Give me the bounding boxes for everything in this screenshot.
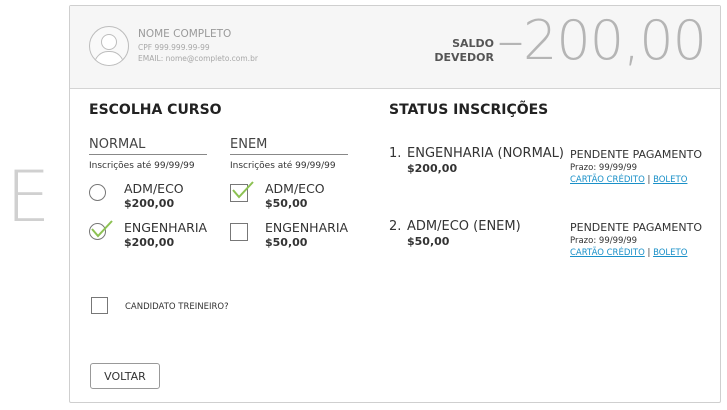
balance-label-line1: SALDO — [452, 37, 494, 50]
status-item: 2. ADM/ECO (ENEM) $50,00 PENDENTE PAGAME… — [389, 219, 709, 279]
option-normal-adm-eco[interactable]: ADM/ECO $200,00 — [89, 181, 229, 213]
credit-card-link[interactable]: CARTÃO CRÉDITO — [570, 248, 645, 258]
avatar-icon — [89, 26, 129, 66]
status-item: 1. ENGENHARIA (NORMAL) $200,00 PENDENTE … — [389, 146, 709, 206]
balance-label: SALDO DEVEDOR — [400, 37, 494, 65]
option-enem-engenharia[interactable]: ENGENHARIA $50,00 — [230, 220, 370, 252]
choose-course-title: ESCOLHA CURSO — [89, 102, 222, 118]
checkbox[interactable] — [230, 223, 248, 241]
status-price: $200,00 — [407, 162, 458, 175]
status-price: $50,00 — [407, 235, 450, 248]
status-course-name: ADM/ECO (ENEM) — [407, 219, 521, 234]
boleto-link[interactable]: BOLETO — [653, 248, 687, 258]
treineiro-checkbox[interactable] — [91, 297, 108, 314]
option-label: ADM/ECO — [265, 181, 325, 196]
option-price: $50,00 — [265, 197, 308, 210]
balance-label-line2: DEVEDOR — [434, 51, 494, 64]
column-note-enem: Inscrições até 99/99/99 — [230, 161, 336, 171]
option-label: ENGENHARIA — [124, 220, 208, 235]
credit-card-link[interactable]: CARTÃO CRÉDITO — [570, 175, 645, 185]
status-title: STATUS INSCRIÇÕES — [389, 102, 549, 118]
radio-button[interactable] — [89, 184, 106, 201]
status-number: 1. — [389, 146, 402, 161]
option-price: $200,00 — [124, 236, 175, 249]
status-deadline: Prazo: 99/99/99 — [570, 163, 638, 173]
side-letter: E — [6, 156, 51, 238]
link-separator: | — [647, 248, 651, 258]
option-label: ENGENHARIA — [265, 220, 349, 235]
column-header-enem: ENEM — [230, 137, 348, 155]
option-enem-adm-eco[interactable]: ADM/ECO $50,00 — [230, 181, 370, 213]
link-separator: | — [647, 175, 651, 185]
status-course-name: ENGENHARIA (NORMAL) — [407, 146, 564, 161]
enrollment-card: NOME COMPLETO CPF 999.999.99-99 EMAIL: n… — [69, 5, 721, 403]
user-email: EMAIL: nome@completo.com.br — [138, 54, 258, 63]
status-state: PENDENTE PAGAMENTO — [570, 148, 702, 161]
checkmark-icon — [91, 220, 113, 238]
status-state: PENDENTE PAGAMENTO — [570, 221, 702, 234]
balance-value: –200,00 — [497, 9, 707, 72]
status-deadline: Prazo: 99/99/99 — [570, 236, 638, 246]
checkmark-icon — [232, 181, 254, 199]
option-price: $200,00 — [124, 197, 175, 210]
option-label: ADM/ECO — [124, 181, 184, 196]
user-cpf: CPF 999.999.99-99 — [138, 43, 210, 52]
payment-links: CARTÃO CRÉDITO | BOLETO — [570, 175, 687, 185]
user-name: NOME COMPLETO — [138, 28, 232, 40]
back-button[interactable]: VOLTAR — [90, 363, 160, 389]
status-number: 2. — [389, 219, 402, 234]
option-normal-engenharia[interactable]: ENGENHARIA $200,00 — [89, 220, 229, 252]
payment-links: CARTÃO CRÉDITO | BOLETO — [570, 248, 687, 258]
boleto-link[interactable]: BOLETO — [653, 175, 687, 185]
option-price: $50,00 — [265, 236, 308, 249]
column-note-normal: Inscrições até 99/99/99 — [89, 161, 195, 171]
column-header-normal: NORMAL — [89, 137, 207, 155]
treineiro-label: CANDIDATO TREINEIRO? — [125, 302, 229, 312]
profile-header: NOME COMPLETO CPF 999.999.99-99 EMAIL: n… — [70, 6, 720, 89]
